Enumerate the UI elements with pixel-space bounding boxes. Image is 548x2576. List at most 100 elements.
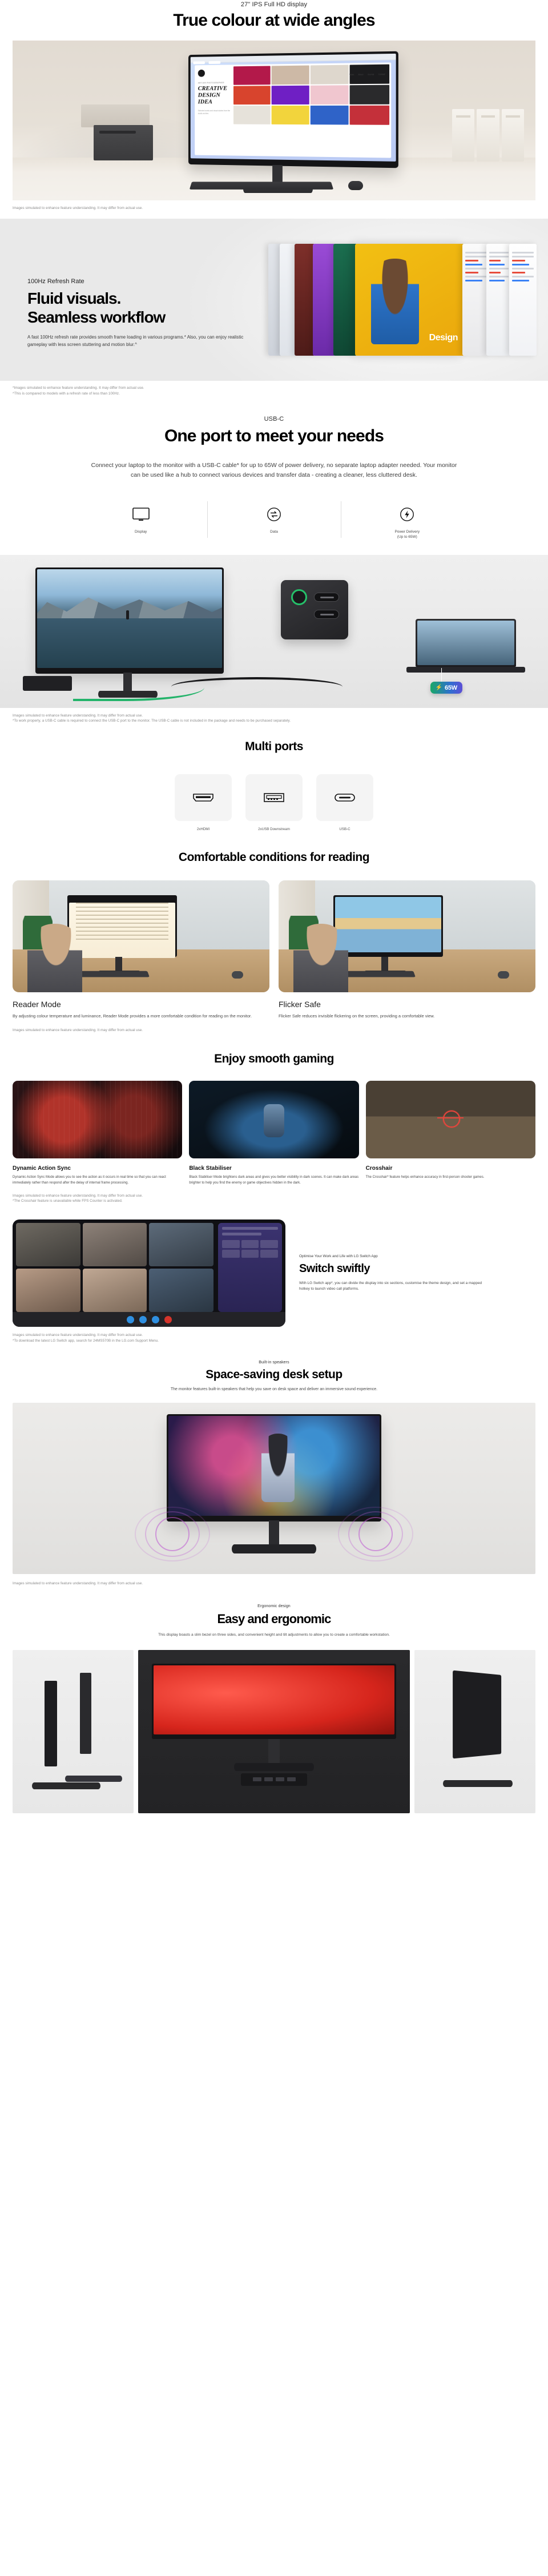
browser-toolbar [190,53,396,65]
monitor-screen-colorful [168,1415,380,1516]
monitor-front: ART.DIR PHOTOGRAPHER CREATIVE DESIGN IDE… [188,51,398,168]
sound-wave-right [358,1516,393,1551]
fluid-visuals-screen-stack: Design [268,244,537,356]
display-icon [74,505,207,524]
monitor-base [443,1780,513,1787]
gaming-card-title: Crosshair [365,1165,393,1172]
fluid-visuals-disclaimers: *Images simulated to enhance feature und… [0,381,548,396]
usb-c-feature-row: Display Data Power Delivery (Up to 65W) [74,501,474,541]
stacked-pane [333,244,357,356]
lg-switch-app-panel[interactable] [218,1223,282,1313]
section-multi-ports: Multi ports 2xHDMI 2xUSB Downstream USB-… [0,724,548,831]
power-cable-black [171,677,342,697]
reading-card-title: Reader Mode [13,999,61,1009]
monitor-angled-view [453,1670,502,1759]
dynamic-action-sync-image [13,1080,183,1158]
mouse [348,181,363,190]
site-nav-item[interactable]: Journal [368,73,374,75]
end-call-icon[interactable] [164,1315,172,1323]
gaming-card-row: Dynamic Action Sync Dynamic Action Sync … [0,1080,548,1186]
stacked-pane [295,244,315,356]
usb-c-hero-image: ⚡ 65W [0,555,548,709]
video-tile [16,1223,80,1267]
reader-mode-image [13,880,269,992]
rear-port-cluster [241,1773,307,1786]
gaming-card-body: Dynamic Action Sync Mode allows you to s… [13,1175,166,1185]
fluid-visuals-disclaimer-2: ^This is compared to models with a refre… [13,391,120,396]
section-reading: Comfortable conditions for reading Reade… [0,831,548,1033]
speakers-title: Space-saving desk setup [206,1367,342,1381]
speakers-disclaimer: Images simulated to enhance feature unde… [13,1581,143,1585]
usb-c-feature-sublabel: (Up to 65W) [397,535,417,540]
desk-scene [279,880,535,992]
monitor-screen: ART.DIR PHOTOGRAPHER CREATIVE DESIGN IDE… [190,53,396,162]
switch-kicker: Optimise Your Work and Life with LG Swit… [299,1254,378,1258]
fluid-visuals-title-line2: Seamless workflow [27,308,166,327]
fluid-visuals-title-line1: Fluid visuals. [27,289,121,308]
lg-switch-screenshot [13,1219,285,1327]
chat-icon[interactable] [151,1315,159,1323]
video-tile [149,1223,213,1267]
reading-card-flicker-safe: Flicker Safe Flicker Safe reduces invisi… [279,880,535,1020]
monitor-stand [268,1738,280,1764]
port-card-usb-a: 2xUSB Downstream [245,774,303,831]
binder-files [452,109,524,162]
power-adapter [23,676,72,691]
video-call-tiles [16,1223,213,1313]
site-nav[interactable]: Work About Journal Contact [349,73,385,76]
monitor-base [32,1782,100,1789]
ergonomic-image-right [414,1649,535,1813]
site-nav-item[interactable]: Work [349,74,354,76]
gaming-card-dynamic-action-sync: Dynamic Action Sync Dynamic Action Sync … [13,1080,183,1186]
monitor-side-view [45,1680,57,1766]
speakers-hero-image [13,1402,535,1574]
site-nav-item[interactable]: About [358,74,363,76]
monitor-base [232,1544,316,1553]
power-badge: ⚡ 65W [430,682,462,694]
gaming-disclaimer-1: Images simulated to enhance feature unde… [13,1193,143,1198]
mouse [498,971,509,979]
website-sidebar: ART.DIR PHOTOGRAPHER CREATIVE DESIGN IDE… [195,65,233,155]
hdmi-port-icon [175,774,232,821]
ergonomic-image-left [13,1649,134,1813]
port-label: 2xHDMI [196,827,210,831]
laptop-base [406,667,525,673]
port-card-usb-c: USB-C [316,774,373,831]
screen-split-grid[interactable] [222,1240,278,1258]
mouse [232,971,243,979]
section-wide-angles: 27" IPS Full HD display True colour at w… [0,0,548,211]
ergonomic-subtitle: This display boasts a slim bezel on thre… [158,1633,390,1637]
ergonomic-eyebrow: Ergonomic design [257,1604,291,1609]
usb-c-port-highlight-icon [291,589,307,606]
stacked-pane [313,244,336,356]
video-tile [149,1269,213,1313]
reading-card-body: By adjusting colour temperature and lumi… [13,1013,252,1019]
port-slot [314,593,339,602]
ergonomic-image-row [0,1649,548,1813]
camera-icon[interactable] [126,1315,134,1323]
switch-disclaimer-2: *To download the latest LG Switch app, s… [13,1338,159,1343]
switch-disclaimer-1: Images simulated to enhance feature unde… [13,1333,143,1338]
monitor-base [65,1775,122,1782]
gaming-card-body: The Crosshair* feature helps enhance acc… [365,1175,485,1179]
wide-angles-title: True colour at wide angles [173,11,375,30]
fluid-visuals-kicker: 100Hz Refresh Rate [27,278,84,285]
port-label: USB-C [339,827,350,831]
section-fluid-visuals: 100Hz Refresh Rate Fluid visuals. Seamle… [0,219,548,381]
product-feature-page: 27" IPS Full HD display True colour at w… [0,0,548,1813]
stacked-pane [462,244,490,356]
shelf [444,98,530,102]
monitor-side-view [80,1672,91,1754]
usb-c-feature-label: Data [270,529,278,534]
person-figure [293,923,348,992]
monitor-stand [269,1520,279,1547]
site-nav-item[interactable]: Contact [378,73,385,75]
reading-card-row: Reader Mode By adjusting colour temperat… [0,880,548,1020]
laptop-screen [417,621,514,666]
section-gaming: Enjoy smooth gaming Dynamic Action Sync … [0,1033,548,1204]
signal-icon[interactable] [139,1315,147,1323]
call-control-bar[interactable] [13,1312,285,1327]
gaming-card-title: Dynamic Action Sync [13,1165,71,1172]
usb-c-port-icon [316,774,373,821]
gaming-card-title: Black Stabiliser [189,1165,232,1172]
